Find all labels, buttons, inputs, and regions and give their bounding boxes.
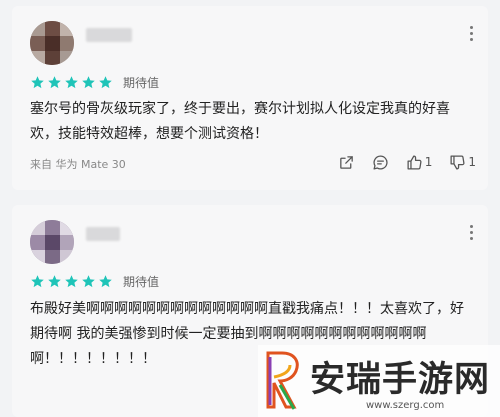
- star-rating: 期待值: [30, 273, 159, 289]
- review-text: 塞尔号的骨灰级玩家了，终于要出，赛尔计划拟人化设定我真的好喜欢，技能特效超棒，想…: [30, 101, 450, 142]
- thumbs-up-icon: [407, 154, 422, 170]
- share-icon: [339, 155, 353, 169]
- username-blurred[interactable]: [86, 227, 120, 241]
- username-blurred[interactable]: [86, 28, 132, 42]
- avatar[interactable]: [30, 220, 74, 264]
- dislike-count: 1: [468, 155, 476, 169]
- comment-button[interactable]: [372, 154, 389, 171]
- star-icon: [99, 75, 112, 88]
- thumbs-down-icon: [450, 154, 465, 170]
- like-button[interactable]: 1: [406, 154, 433, 171]
- rating-label: 期待值: [123, 274, 160, 289]
- watermark-text: 安瑞手游网: [310, 360, 491, 400]
- dislike-button[interactable]: 1: [449, 154, 476, 171]
- device-info: 来自 华为 Mate 30: [30, 158, 126, 171]
- star-icon: [65, 274, 78, 287]
- rating-label: 期待值: [123, 75, 160, 90]
- star-icon: [31, 75, 44, 88]
- star-rating: 期待值: [30, 74, 159, 90]
- avatar[interactable]: [30, 21, 74, 65]
- star-icon: [48, 274, 61, 287]
- more-options-icon[interactable]: [470, 225, 474, 241]
- like-count: 1: [424, 155, 433, 169]
- watermark-logo: [266, 351, 299, 410]
- review-actions: 1 1: [321, 152, 476, 172]
- watermark: 安瑞手游网 www.szerg.com: [258, 345, 500, 417]
- star-icon: [99, 274, 112, 287]
- comment-icon: [373, 154, 388, 170]
- star-icon: [82, 75, 95, 88]
- star-icon: [82, 274, 95, 287]
- review-card: 期待值 塞尔号的骨灰级玩家了，终于要出，赛尔计划拟人化设定我真的好喜欢，技能特效…: [12, 6, 488, 190]
- star-icon: [31, 274, 44, 287]
- share-button[interactable]: [338, 154, 355, 171]
- star-icon: [65, 75, 78, 88]
- more-options-icon[interactable]: [470, 26, 474, 42]
- star-icon: [48, 75, 61, 88]
- watermark-url: www.szerg.com: [366, 400, 445, 411]
